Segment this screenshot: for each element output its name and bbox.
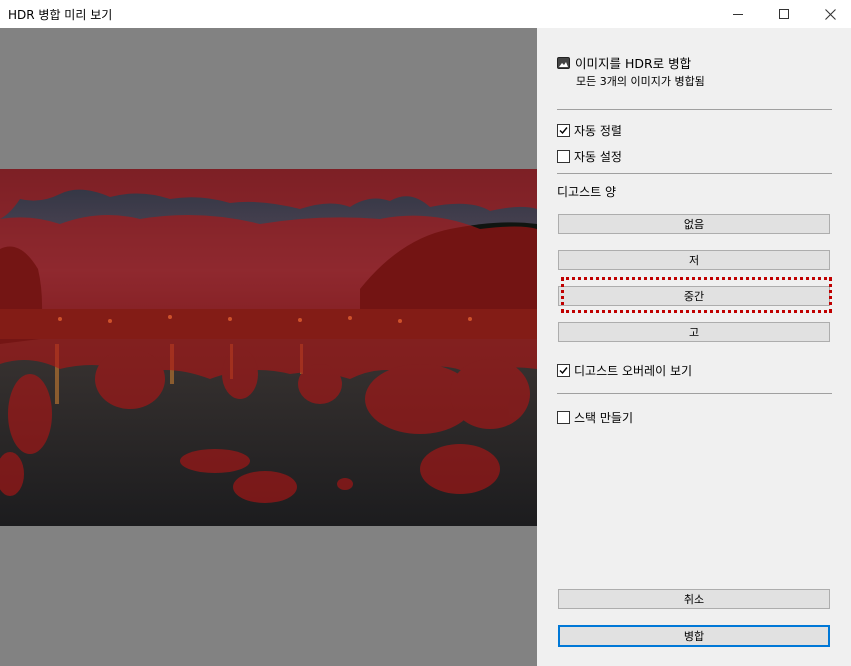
divider [557, 173, 832, 174]
cancel-button[interactable]: 취소 [558, 589, 830, 609]
auto-align-checkbox[interactable]: 자동 정렬 [557, 122, 622, 139]
title-bar: HDR 병합 미리 보기 [0, 0, 851, 28]
checkbox-unchecked-icon[interactable] [557, 150, 570, 163]
close-icon [824, 8, 836, 20]
close-button[interactable] [807, 0, 851, 28]
minimize-button[interactable] [715, 0, 761, 28]
divider [557, 109, 832, 110]
deghost-low-button[interactable]: 저 [558, 250, 830, 270]
panel-subtitle: 모든 3개의 이미지가 병합됨 [576, 75, 705, 88]
settings-panel: 이미지를 HDR로 병합 모든 3개의 이미지가 병합됨 자동 정렬 자동 설정… [537, 28, 851, 666]
image-icon [557, 56, 570, 69]
preview-area [0, 28, 537, 666]
window-title: HDR 병합 미리 보기 [8, 8, 113, 22]
deghost-high-button[interactable]: 고 [558, 322, 830, 342]
panel-title: 이미지를 HDR로 병합 [575, 56, 692, 71]
maximize-icon [779, 9, 789, 19]
auto-settings-checkbox[interactable]: 자동 설정 [557, 148, 622, 165]
deghost-none-button[interactable]: 없음 [558, 214, 830, 234]
minimize-icon [733, 14, 743, 15]
checkbox-unchecked-icon[interactable] [557, 411, 570, 424]
show-overlay-label: 디고스트 오버레이 보기 [574, 364, 693, 378]
hdr-preview-image [0, 169, 537, 526]
deghost-amount-label: 디고스트 양 [557, 185, 617, 199]
divider [557, 393, 832, 394]
auto-settings-label: 자동 설정 [574, 150, 622, 164]
checkbox-checked-icon[interactable] [557, 364, 570, 377]
create-stack-label: 스택 만들기 [574, 411, 634, 425]
panel-header: 이미지를 HDR로 병합 [557, 53, 691, 72]
deghost-medium-button[interactable]: 중간 [558, 286, 830, 306]
merge-button[interactable]: 병합 [558, 625, 830, 647]
create-stack-checkbox[interactable]: 스택 만들기 [557, 409, 633, 426]
auto-align-label: 자동 정렬 [574, 124, 622, 138]
show-overlay-checkbox[interactable]: 디고스트 오버레이 보기 [557, 362, 692, 379]
maximize-button[interactable] [761, 0, 807, 28]
checkbox-checked-icon[interactable] [557, 124, 570, 137]
